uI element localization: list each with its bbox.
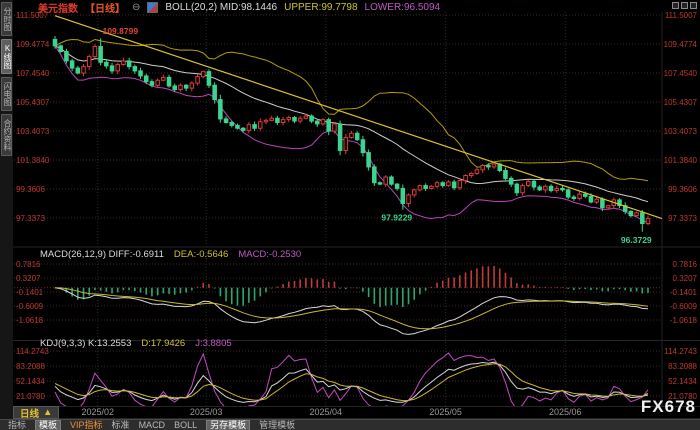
kdj-d-value: D:17.9426 — [141, 338, 185, 349]
layout-icon[interactable] — [690, 2, 697, 9]
svg-text:-0.1401: -0.1401 — [16, 288, 44, 297]
chart-header: 美元指数 【日线】 ⊖ BOLL(20,2) MID:98.1446 UPPER… — [38, 1, 440, 14]
svg-text:101.3840: 101.3840 — [16, 156, 50, 165]
toolbar-item-1[interactable]: 指标 — [8, 421, 26, 430]
trendline[interactable] — [55, 16, 662, 219]
toolbar-item-5[interactable]: MACD — [139, 421, 166, 430]
svg-text:97.3373: 97.3373 — [16, 214, 45, 223]
macd-panel — [54, 266, 649, 334]
layout-icon[interactable] — [681, 2, 688, 9]
svg-text:107.4540: 107.4540 — [664, 69, 698, 78]
boll-upper-value: UPPER:99.7798 — [284, 2, 357, 13]
sidebar-tab-1[interactable]: 分时图 — [1, 2, 12, 36]
toolbar-item-2[interactable]: 模板 — [35, 420, 61, 430]
kdj-panel — [55, 353, 648, 411]
kdj-j-value: J:3.8805 — [195, 338, 231, 349]
x-axis-month-labels: 2025/02 2025/03 2025/04 2025/05 2025/06 — [82, 407, 582, 417]
svg-text:-1.0618: -1.0618 — [670, 316, 698, 325]
svg-text:101.3840: 101.3840 — [664, 156, 698, 165]
toolbar-item-4[interactable]: 标准 — [112, 421, 130, 430]
svg-text:-1.0618: -1.0618 — [16, 316, 44, 325]
svg-text:83.2088: 83.2088 — [16, 362, 45, 371]
svg-text:-0.6009: -0.6009 — [16, 302, 44, 311]
svg-text:99.3606: 99.3606 — [16, 185, 45, 194]
sidebar-tab-3[interactable]: 闪电图 — [1, 77, 12, 111]
macd-value: MACD:-0.2530 — [238, 249, 301, 260]
svg-text:-0.6009: -0.6009 — [670, 302, 698, 311]
svg-text:21.0780: 21.0780 — [16, 392, 45, 401]
sidebar-tab-2[interactable]: K线图 — [1, 39, 12, 74]
toolbar-item-7[interactable]: 另存模板 — [206, 420, 250, 430]
svg-text:0.3207: 0.3207 — [16, 274, 41, 283]
svg-text:0.7816: 0.7816 — [673, 260, 698, 269]
boll-lower-value: LOWER:96.5094 — [365, 2, 441, 13]
svg-text:2025/03: 2025/03 — [190, 407, 223, 417]
macd-dea-value: DEA:-0.5646 — [174, 249, 228, 260]
svg-text:2025/04: 2025/04 — [310, 407, 343, 417]
svg-text:2025/05: 2025/05 — [429, 407, 462, 417]
svg-text:105.4307: 105.4307 — [664, 98, 698, 107]
price-annotation: 109.8799 — [103, 26, 139, 36]
toolbar-item-6[interactable]: BOLL — [174, 421, 197, 430]
svg-text:0.3207: 0.3207 — [673, 274, 698, 283]
collapse-icon[interactable]: ⊖ — [132, 2, 140, 13]
svg-text:105.4307: 105.4307 — [16, 98, 50, 107]
period-tag: 【日线】 — [85, 0, 125, 15]
period-label: 日线 — [20, 406, 39, 420]
svg-text:111.5007: 111.5007 — [665, 11, 698, 20]
layout-icon[interactable] — [672, 2, 679, 9]
svg-text:109.4774: 109.4774 — [664, 40, 698, 49]
svg-text:109.4774: 109.4774 — [16, 40, 50, 49]
svg-text:107.4540: 107.4540 — [16, 69, 50, 78]
sidebar: 分时图 K线图闪电图合约资料 — [0, 0, 13, 421]
bottom-toolbar: 指标模板 VIP指标标准 MACD BOLL 另存模板管理模板 — [0, 419, 700, 430]
trading-app-window: 111.5007111.5007109.4774109.4774107.4540… — [0, 0, 700, 430]
kdj-header: KDJ(9,3,3) K:13.2553 D:17.9426 J:3.8805 — [40, 338, 232, 349]
svg-text:83.2088: 83.2088 — [668, 362, 697, 371]
boll-mid-value: BOLL(20,2) MID:98.1446 — [165, 2, 277, 13]
svg-text:-0.1401: -0.1401 — [670, 288, 698, 297]
svg-text:52.1434: 52.1434 — [16, 377, 45, 386]
svg-text:2025/02: 2025/02 — [82, 407, 115, 417]
macd-diff-value: MACD(26,12,9) DIFF:-0.6911 — [40, 249, 164, 260]
window-controls — [672, 2, 697, 9]
svg-text:0.7816: 0.7816 — [16, 260, 41, 269]
svg-text:99.3606: 99.3606 — [668, 185, 697, 194]
gridlines — [0, 12, 700, 419]
svg-text:103.4073: 103.4073 — [16, 127, 50, 136]
candlesticks[interactable] — [53, 36, 650, 232]
toolbar-item-3[interactable]: VIP指标 — [70, 421, 103, 430]
fx678-watermark: FX678 — [641, 397, 696, 417]
chart-canvas[interactable]: 111.5007111.5007109.4774109.4774107.4540… — [0, 0, 700, 430]
toolbar-item-8[interactable]: 管理模板 — [259, 421, 295, 430]
macd-header: MACD(26,12,9) DIFF:-0.6911 DEA:-0.5646 M… — [40, 249, 301, 260]
svg-text:114.2743: 114.2743 — [664, 347, 697, 356]
kdj-k-value: KDJ(9,3,3) K:13.2553 — [40, 338, 131, 349]
up-triangle-icon: ▲ — [43, 407, 52, 418]
price-annotation: 96.3729 — [621, 235, 652, 245]
svg-text:103.4073: 103.4073 — [664, 127, 698, 136]
svg-text:52.1434: 52.1434 — [668, 377, 697, 386]
period-selector-button[interactable]: 日线 ▲ — [13, 406, 59, 419]
price-annotation: 97.9229 — [381, 213, 412, 223]
svg-text:97.3373: 97.3373 — [668, 214, 697, 223]
sidebar-tab-4[interactable]: 合约资料 — [1, 114, 12, 156]
kdj-y-axis-labels: 114.2743114.274383.208883.208852.143452.… — [16, 347, 698, 401]
svg-text:2025/06: 2025/06 — [549, 407, 582, 417]
indicator-badge-icon — [147, 2, 158, 13]
symbol-name: 美元指数 — [38, 0, 78, 15]
